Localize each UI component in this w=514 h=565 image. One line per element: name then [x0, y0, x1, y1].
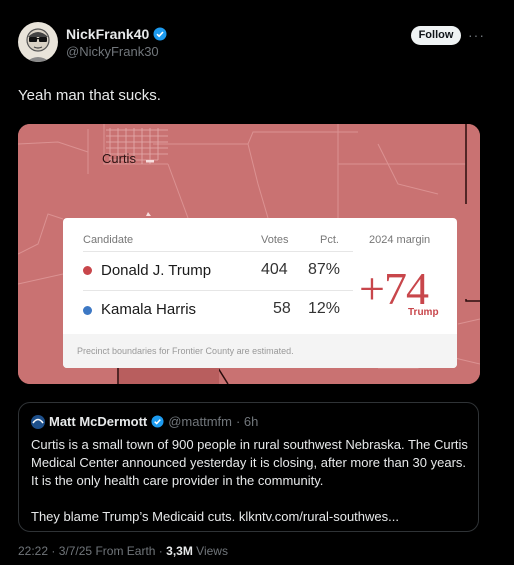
votes-harris: 58	[273, 300, 291, 317]
tweet-source: From Earth	[95, 544, 156, 558]
quoted-tweet-time: · 6h	[235, 414, 259, 429]
candidate-name-trump: Donald J. Trump	[101, 262, 212, 279]
author-handle[interactable]: @NickyFrank30	[66, 44, 159, 59]
quoted-author-avatar[interactable]	[31, 414, 45, 429]
quoted-tweet-header: Matt McDermott @mattmfm · 6h	[31, 414, 258, 429]
author-name-row[interactable]: NickFrank40	[66, 26, 167, 42]
header-votes: Votes	[261, 234, 289, 246]
margin-party: Trump	[408, 307, 439, 318]
verified-badge-icon	[153, 27, 167, 41]
quoted-paragraph: They blame Trump’s Medicaid cuts. klkntv…	[31, 509, 399, 524]
row-divider	[83, 251, 353, 252]
header-pct: Pct.	[320, 234, 339, 246]
votes-trump: 404	[261, 261, 288, 278]
views-count[interactable]: 3,3M	[166, 544, 193, 558]
quoted-paragraph: Curtis is a small town of 900 people in …	[31, 437, 468, 488]
estimate-note: Precinct boundaries for Frontier County …	[77, 346, 294, 356]
candidate-name-harris: Kamala Harris	[101, 301, 197, 318]
results-card: Candidate Votes Pct. 2024 margin Donald …	[63, 218, 457, 368]
header-candidate: Candidate	[83, 234, 134, 246]
tweet-time[interactable]: 22:22	[18, 544, 48, 558]
tweet-media-map[interactable]: Curtis Candidate Votes Pct. 2024 margin …	[18, 124, 480, 384]
header-margin: 2024 margin	[369, 234, 431, 246]
trump-color-dot	[83, 266, 92, 275]
map-town-label: Curtis	[102, 151, 136, 166]
more-options-icon[interactable]: ···	[468, 27, 485, 43]
quoted-tweet[interactable]: Matt McDermott @mattmfm · 6h Curtis is a…	[18, 402, 479, 532]
harris-color-dot	[83, 306, 92, 315]
verified-badge-icon	[151, 415, 164, 428]
pct-harris: 12%	[308, 300, 341, 317]
quoted-author-handle[interactable]: @mattmfm	[168, 414, 232, 429]
avatar[interactable]	[18, 22, 58, 62]
author-display-name[interactable]: NickFrank40	[66, 26, 149, 42]
follow-button[interactable]: Follow	[411, 26, 461, 45]
quoted-tweet-body: Curtis is a small town of 900 people in …	[31, 436, 471, 526]
row-divider	[83, 290, 353, 291]
pct-trump: 87%	[308, 261, 341, 278]
views-label: Views	[196, 544, 228, 558]
tweet-text: Yeah man that sucks.	[18, 87, 161, 104]
quoted-author-name[interactable]: Matt McDermott	[49, 414, 147, 429]
tweet-date[interactable]: 3/7/25	[59, 544, 92, 558]
tweet-meta: 22:22 · 3/7/25 From Earth · 3,3M Views	[18, 544, 228, 558]
